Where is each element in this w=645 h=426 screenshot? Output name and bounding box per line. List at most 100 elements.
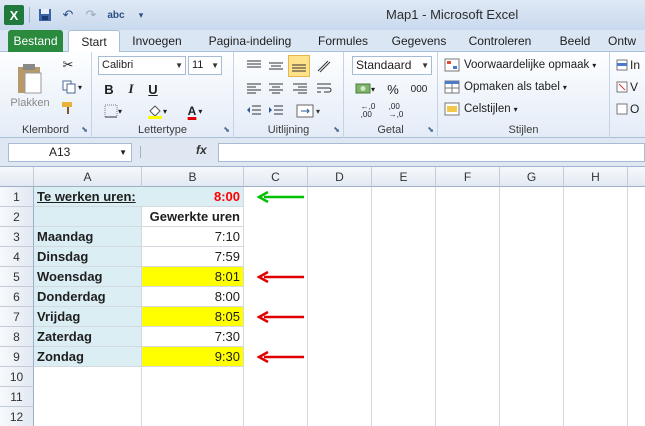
cell-b2[interactable]: Gewerkte uren (142, 207, 244, 227)
spelling-icon[interactable]: abc (104, 5, 128, 25)
decrease-indent-icon[interactable] (246, 104, 262, 118)
row-header-8[interactable]: 8 (0, 327, 34, 347)
cell-a7[interactable]: Vrijdag (34, 307, 142, 327)
column-header-c[interactable]: C (244, 167, 308, 187)
tab-beeld[interactable]: Beeld (550, 30, 600, 52)
tab-invoegen[interactable]: Invoegen (124, 30, 190, 52)
format-painter-icon[interactable] (58, 99, 78, 117)
cell-styles-button[interactable]: Celstijlen ▾ (444, 100, 518, 118)
tab-pagina-indeling[interactable]: Pagina-indeling (200, 30, 300, 52)
column-header-f[interactable]: F (436, 167, 500, 187)
column-header-partial[interactable] (628, 167, 645, 187)
cell-b8[interactable]: 7:30 (142, 327, 244, 347)
cell-a4[interactable]: Dinsdag (34, 247, 142, 267)
align-left-icon[interactable] (246, 82, 262, 96)
insert-cells-label: In (630, 58, 641, 72)
save-icon[interactable] (35, 5, 55, 25)
column-header-a[interactable]: A (34, 167, 142, 187)
name-box[interactable]: A13 ▼ (8, 143, 132, 162)
format-cells-button[interactable]: O (616, 100, 639, 118)
accounting-format-icon[interactable]: ▾ (352, 80, 378, 98)
underline-button[interactable]: U (144, 80, 162, 98)
fill-color-icon[interactable]: ▾ (142, 102, 172, 120)
cut-icon[interactable]: ✂ (58, 56, 78, 74)
wrap-text-icon[interactable] (316, 82, 332, 96)
bold-button[interactable]: B (100, 80, 118, 98)
chevron-down-icon[interactable]: ▼ (119, 144, 127, 161)
align-middle-icon[interactable] (268, 59, 284, 73)
row-header-10[interactable]: 10 (0, 367, 34, 387)
row-header-7[interactable]: 7 (0, 307, 34, 327)
paste-button[interactable]: Plakken (8, 56, 52, 116)
tab-formules[interactable]: Formules (310, 30, 376, 52)
cell-b9[interactable]: 9:30 (142, 347, 244, 367)
align-center-icon[interactable] (268, 82, 284, 96)
copy-icon[interactable]: ▾ (58, 78, 86, 96)
increase-indent-icon[interactable] (268, 104, 284, 118)
insert-function-button[interactable]: fx (196, 143, 207, 157)
cell-b3[interactable]: 7:10 (142, 227, 244, 247)
align-right-icon[interactable] (292, 82, 308, 96)
select-all-corner[interactable] (0, 167, 34, 187)
orientation-icon[interactable] (316, 59, 332, 73)
increase-decimal-icon[interactable]: ←,0,00 (356, 102, 380, 120)
cell-a9[interactable]: Zondag (34, 347, 142, 367)
row-header-11[interactable]: 11 (0, 387, 34, 407)
font-name-combo[interactable]: Calibri ▼ (98, 56, 186, 75)
row-header-9[interactable]: 9 (0, 347, 34, 367)
format-as-table-button[interactable]: Opmaken als tabel ▾ (444, 78, 567, 96)
customize-qat-icon[interactable]: ▾ (131, 5, 151, 25)
cell-b1[interactable]: 8:00 (142, 187, 244, 207)
row-header-1[interactable]: 1 (0, 187, 34, 207)
row-header-5[interactable]: 5 (0, 267, 34, 287)
column-header-e[interactable]: E (372, 167, 436, 187)
merge-center-icon[interactable]: ▾ (296, 104, 322, 118)
row-header-6[interactable]: 6 (0, 287, 34, 307)
cell-b6[interactable]: 8:00 (142, 287, 244, 307)
column-header-g[interactable]: G (500, 167, 564, 187)
font-size-combo[interactable]: 11 ▼ (188, 56, 222, 75)
cell-b5[interactable]: 8:01 (142, 267, 244, 287)
insert-cells-button[interactable]: In (616, 56, 640, 74)
cell-a5[interactable]: Woensdag (34, 267, 142, 287)
undo-icon[interactable]: ↶ (58, 5, 78, 25)
cell-b7[interactable]: 8:05 (142, 307, 244, 327)
dialog-launcher-icon[interactable]: ⬊ (81, 125, 88, 134)
italic-button[interactable]: I (122, 80, 140, 98)
row-header-4[interactable]: 4 (0, 247, 34, 267)
cell-a8[interactable]: Zaterdag (34, 327, 142, 347)
delete-cells-button[interactable]: V (616, 78, 638, 96)
formula-bar-resize-handle[interactable] (140, 146, 150, 158)
tab-ontwikkelaars[interactable]: Ontw (608, 30, 645, 52)
percent-button[interactable]: % (384, 80, 402, 98)
row-header-2[interactable]: 2 (0, 207, 34, 227)
excel-app-icon[interactable]: X (4, 5, 24, 25)
cell-a1[interactable]: Te werken uren: (34, 187, 142, 207)
column-header-h[interactable]: H (564, 167, 628, 187)
tab-bestand[interactable]: Bestand (8, 30, 63, 52)
formula-input[interactable] (218, 143, 645, 162)
row-header-3[interactable]: 3 (0, 227, 34, 247)
cell-b4[interactable]: 7:59 (142, 247, 244, 267)
cell-a2[interactable] (34, 207, 142, 227)
redo-icon[interactable]: ↷ (81, 5, 101, 25)
dialog-launcher-icon[interactable]: ⬊ (333, 125, 340, 134)
tab-controleren[interactable]: Controleren (460, 30, 540, 52)
dialog-launcher-icon[interactable]: ⬊ (427, 125, 434, 134)
borders-icon[interactable]: ▾ (100, 102, 126, 120)
align-top-icon[interactable] (246, 59, 262, 73)
align-bottom-icon[interactable] (288, 55, 310, 77)
cell-a3[interactable]: Maandag (34, 227, 142, 247)
font-color-button[interactable]: A ▾ (180, 102, 210, 120)
column-header-d[interactable]: D (308, 167, 372, 187)
decrease-decimal-icon[interactable]: ,00 →,0 (384, 102, 408, 120)
row-header-12[interactable]: 12 (0, 407, 34, 426)
tab-gegevens[interactable]: Gegevens (386, 30, 452, 52)
conditional-formatting-button[interactable]: Voorwaardelijke opmaak ▾ (444, 56, 596, 74)
column-header-b[interactable]: B (142, 167, 244, 187)
dialog-launcher-icon[interactable]: ⬊ (223, 125, 230, 134)
cell-a6[interactable]: Donderdag (34, 287, 142, 307)
tab-start[interactable]: Start (68, 30, 120, 53)
number-format-combo[interactable]: Standaard ▼ (352, 56, 432, 75)
thousands-button[interactable]: 000 (406, 80, 432, 98)
